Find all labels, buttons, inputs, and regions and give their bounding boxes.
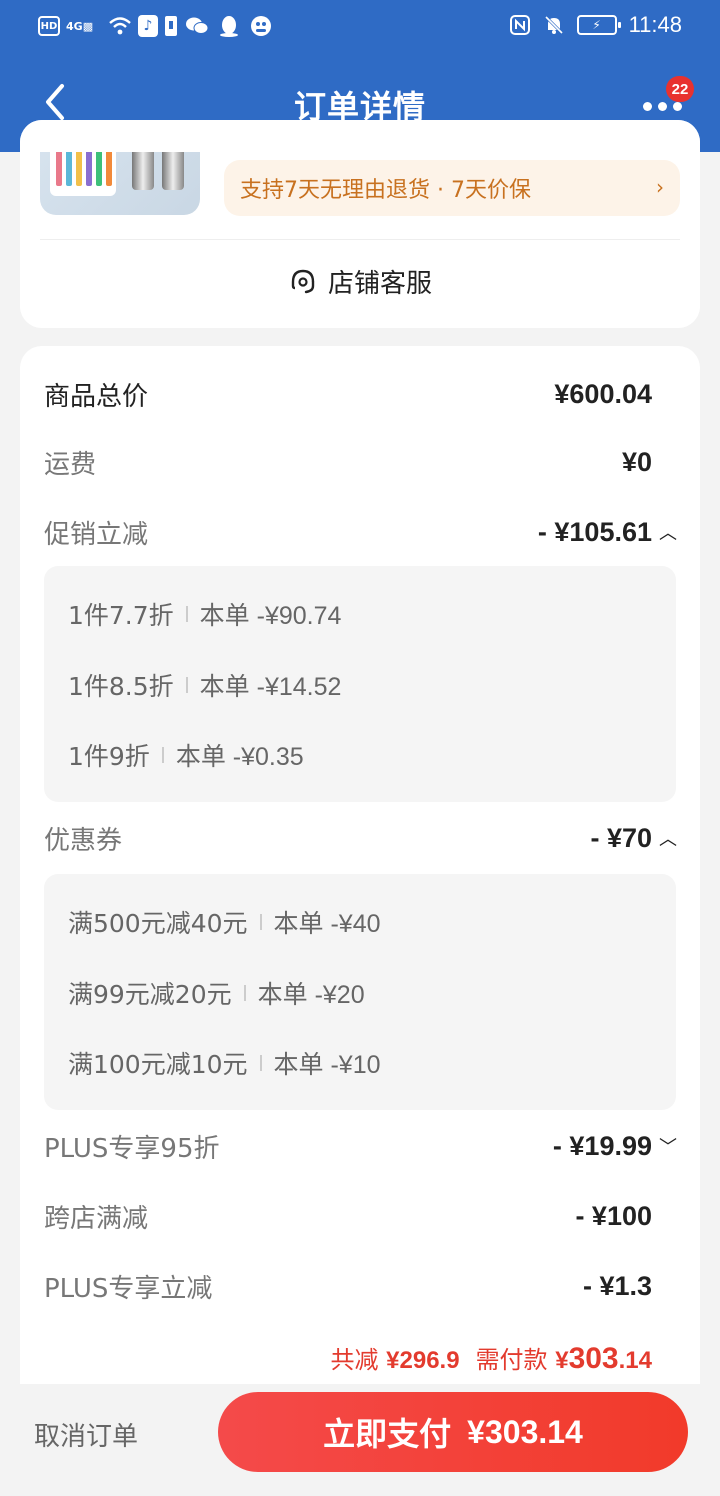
- coupon-detail-item: 满500元减40元 本单 -¥40: [68, 904, 381, 940]
- wifi-icon: [108, 14, 132, 38]
- mute-bell-icon: [543, 13, 565, 37]
- separator: [243, 985, 246, 1001]
- plus95-label: PLUS专享95折: [44, 1133, 220, 1164]
- promo-item-detail: 本单 -¥14.52: [199, 673, 342, 701]
- promo-detail-item: 1件7.7折 本单 -¥90.74: [68, 596, 341, 632]
- pay-now-button[interactable]: 立即支付 ¥303.14: [218, 1392, 688, 1472]
- chevron-up-icon: ︿: [659, 523, 677, 543]
- coupon-detail-item: 满100元减10元 本单 -¥10: [68, 1045, 381, 1081]
- need-pay-label: 需付款: [475, 1346, 548, 1374]
- product-card-body: 支持7天无理由退货 · 7天价保 › 店铺客服: [20, 152, 700, 328]
- promo-item-detail: 本单 -¥90.74: [199, 602, 342, 630]
- total-reduce-value: ¥296.9: [386, 1347, 460, 1374]
- need-pay-currency: ¥: [555, 1347, 569, 1374]
- promo-detail-item: 1件9折 本单 -¥0.35: [68, 737, 304, 773]
- message-count-badge: 22: [666, 76, 694, 102]
- shipping-row: 运费 ¥0: [44, 442, 652, 482]
- cross-store-value: - ¥100: [575, 1200, 652, 1231]
- coupon-row[interactable]: 优惠券 - ¥70 ︿: [44, 818, 678, 858]
- coupon-value: - ¥70: [590, 822, 652, 853]
- coupon-item-detail: 本单 -¥20: [257, 981, 365, 1009]
- payment-summary: 共减 ¥296.9 需付款 ¥303.14: [331, 1340, 652, 1376]
- refill-image: [124, 152, 192, 204]
- qq-icon: [216, 15, 242, 37]
- coupon-item-detail: 本单 -¥40: [273, 910, 381, 938]
- price-card: 商品总价 ¥600.04 运费 ¥0 促销立减 - ¥105.61 ︿ 1件7.7…: [20, 346, 700, 1436]
- promo-item-name: 1件8.5折: [68, 672, 174, 701]
- cancel-order-button[interactable]: 取消订单: [34, 1416, 138, 1453]
- wechat-icon: [184, 15, 210, 37]
- chevron-right-icon: ›: [656, 175, 664, 199]
- more-dot: [657, 101, 667, 111]
- coupon-item-name: 满99元减20元: [68, 980, 232, 1009]
- pens-image: [50, 152, 116, 196]
- promo-item-detail: 本单 -¥0.35: [175, 743, 304, 771]
- coupon-label: 优惠券: [44, 825, 123, 856]
- bird-icon: [248, 15, 274, 37]
- cross-store-label: 跨店满减: [44, 1203, 149, 1234]
- return-policy-banner[interactable]: 支持7天无理由退货 · 7天价保 ›: [224, 160, 680, 216]
- tiktok-icon: ♪: [138, 15, 158, 37]
- promo-row[interactable]: 促销立减 - ¥105.61 ︿: [44, 512, 678, 552]
- promo-detail-item: 1件8.5折 本单 -¥14.52: [68, 667, 341, 703]
- need-pay-int: 303: [568, 1342, 619, 1375]
- chevron-up-icon: ︿: [659, 829, 677, 849]
- promo-item-name: 1件9折: [68, 742, 150, 771]
- more-dots-icon: [642, 101, 652, 111]
- hd-icon: HD: [38, 16, 60, 36]
- store-service-button[interactable]: 店铺客服: [20, 258, 700, 304]
- shipping-value: ¥0: [621, 446, 652, 477]
- promo-item-name: 1件7.7折: [68, 601, 174, 630]
- status-bar: HD 4G ▩ ♪ ⚡ 11:48: [0, 0, 720, 56]
- separator: [185, 677, 188, 693]
- total-price-label: 商品总价: [44, 381, 149, 412]
- promo-detail-box: 1件7.7折 本单 -¥90.74 1件8.5折 本单 -¥14.52 1件9折 本单…: [44, 566, 676, 802]
- plus-reduce-row: PLUS专享立减 - ¥1.3: [44, 1266, 652, 1306]
- status-icons-right: ⚡ 11:48: [509, 12, 682, 38]
- coupon-detail-item: 满99元减20元 本单 -¥20: [68, 975, 365, 1011]
- signal-icon: 4G ▩: [66, 19, 94, 33]
- plus-reduce-label: PLUS专享立减: [44, 1273, 213, 1304]
- plus95-value: - ¥19.99: [552, 1130, 652, 1161]
- total-price-value: ¥600.04: [554, 378, 652, 409]
- coupon-detail-box: 满500元减40元 本单 -¥40 满99元减20元 本单 -¥20 满100元减1…: [44, 874, 676, 1110]
- store-service-label: 店铺客服: [327, 268, 432, 299]
- need-pay-dec: .14: [618, 1347, 652, 1374]
- sim-icon: [164, 14, 178, 38]
- coupon-item-detail: 本单 -¥10: [273, 1051, 381, 1079]
- separator: [161, 747, 164, 763]
- plus-reduce-value: - ¥1.3: [582, 1270, 652, 1301]
- divider: [40, 239, 680, 240]
- shipping-label: 运费: [44, 449, 97, 480]
- more-dot: [672, 101, 682, 111]
- total-price-row: 商品总价 ¥600.04: [44, 374, 652, 414]
- pay-now-label: 立即支付: [323, 1415, 452, 1453]
- separator: [259, 1055, 262, 1071]
- separator: [259, 914, 262, 930]
- coupon-item-name: 满500元减40元: [68, 909, 248, 938]
- status-icons-left: HD 4G ▩ ♪: [38, 14, 274, 38]
- pay-now-amount: ¥303.14: [467, 1413, 583, 1450]
- plus95-row[interactable]: PLUS专享95折 - ¥19.99 ﹀: [44, 1126, 678, 1166]
- separator: [185, 606, 188, 622]
- promo-label: 促销立减: [44, 519, 149, 550]
- total-reduce-label: 共减: [330, 1346, 379, 1374]
- status-time: 11:48: [628, 12, 682, 37]
- headset-icon: [291, 269, 315, 294]
- nfc-icon: [509, 13, 531, 37]
- promo-value: - ¥105.61: [537, 516, 652, 547]
- chevron-down-icon: ﹀: [659, 1137, 677, 1157]
- return-policy-text: 支持7天无理由退货 · 7天价保: [240, 178, 531, 203]
- battery-icon: ⚡: [576, 15, 621, 35]
- cross-store-row: 跨店满减 - ¥100: [44, 1196, 652, 1236]
- coupon-item-name: 满100元减10元: [68, 1050, 248, 1079]
- bottom-action-bar: 取消订单 立即支付 ¥303.14: [0, 1384, 720, 1496]
- product-thumbnail[interactable]: [40, 152, 200, 215]
